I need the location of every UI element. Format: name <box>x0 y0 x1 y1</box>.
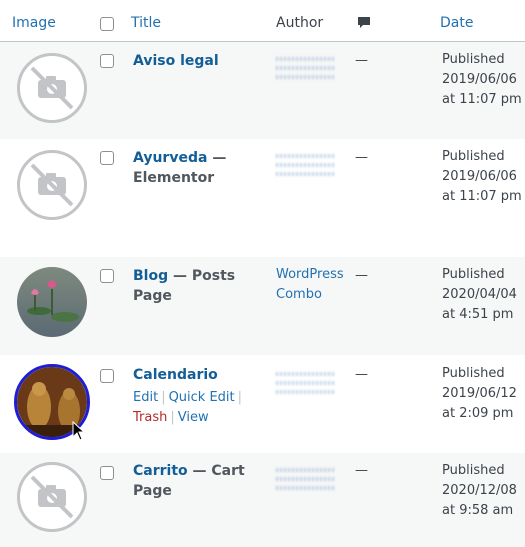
date-time: at 4:51 pm <box>442 307 514 322</box>
view-link[interactable]: View <box>178 410 209 425</box>
row-checkbox[interactable] <box>100 151 114 165</box>
comments-count: — <box>355 150 368 165</box>
row-checkbox[interactable] <box>100 54 114 68</box>
no-image-placeholder-icon[interactable] <box>17 150 87 220</box>
author-redacted <box>276 52 336 86</box>
date-status: Published <box>442 52 505 67</box>
date-time: at 9:58 am <box>442 503 514 518</box>
column-date-header[interactable]: Date <box>440 15 473 31</box>
date-time: at 11:07 pm <box>442 92 522 107</box>
no-image-placeholder-icon[interactable] <box>17 53 87 123</box>
row-checkbox[interactable] <box>100 369 114 383</box>
author-redacted <box>276 463 336 497</box>
date-value: 2019/06/06 <box>442 169 517 184</box>
quick-edit-link[interactable]: Quick Edit <box>169 390 235 405</box>
date-time: at 11:07 pm <box>442 189 522 204</box>
separator: | <box>237 390 243 405</box>
page-title-link[interactable]: Carrito <box>133 463 188 479</box>
date-status: Published <box>442 149 505 164</box>
table-row: Carrito — Cart Page — Published 2020/12/… <box>0 453 525 547</box>
author-name-line1[interactable]: WordPress <box>276 265 352 285</box>
date-status: Published <box>442 366 505 381</box>
table-row: Calendario Edit | Quick Edit | Trash | View —… <box>0 355 525 453</box>
date-cell: Published 2020/12/08 at 9:58 am <box>442 461 524 521</box>
column-image-header[interactable]: Image <box>12 15 56 31</box>
date-cell: Published 2019/06/12 at 2:09 pm <box>442 364 524 424</box>
separator: | <box>161 390 166 405</box>
title-cell: Aviso legal <box>133 51 263 71</box>
mouse-pointer-icon <box>72 421 86 441</box>
edit-link[interactable]: Edit <box>133 390 158 405</box>
title-cell: Calendario <box>133 365 263 385</box>
select-all-checkbox[interactable] <box>100 17 114 31</box>
table-row: Ayurveda — Elementor — Published 2019/06… <box>0 139 525 257</box>
row-checkbox[interactable] <box>100 466 114 480</box>
title-cell: Carrito — Cart Page <box>133 461 263 501</box>
table-row: Blog — Posts Page WordPress Combo — Publ… <box>0 257 525 355</box>
no-image-placeholder-icon[interactable] <box>17 462 87 532</box>
author-link[interactable]: WordPress Combo <box>276 265 352 305</box>
date-value: 2020/04/04 <box>442 287 517 302</box>
date-cell: Published 2019/06/06 at 11:07 pm <box>442 50 524 110</box>
lotus-pond-thumbnail[interactable] <box>17 267 87 337</box>
date-status: Published <box>442 463 505 478</box>
date-cell: Published 2019/06/06 at 11:07 pm <box>442 147 524 207</box>
date-cell: Published 2020/04/04 at 4:51 pm <box>442 265 524 325</box>
author-redacted <box>276 149 336 183</box>
comment-bubble-icon[interactable] <box>357 16 371 30</box>
column-title-header[interactable]: Title <box>131 15 161 31</box>
date-value: 2019/06/12 <box>442 386 517 401</box>
title-cell: Blog — Posts Page <box>133 266 263 306</box>
column-author-header: Author <box>276 15 324 31</box>
table-row: Aviso legal — Published 2019/06/06 at 11… <box>0 42 525 139</box>
page-title-link[interactable]: Aviso legal <box>133 53 219 69</box>
comments-count: — <box>355 463 368 478</box>
pages-list-table: Image Title Author Date Aviso legal — Pu… <box>0 0 525 547</box>
title-cell: Ayurveda — Elementor <box>133 148 263 188</box>
page-title-link[interactable]: Calendario <box>133 367 218 383</box>
date-value: 2019/06/06 <box>442 72 517 87</box>
comments-count: — <box>355 367 368 382</box>
author-name-line2[interactable]: Combo <box>276 285 352 305</box>
row-checkbox[interactable] <box>100 269 114 283</box>
separator: | <box>170 410 175 425</box>
date-time: at 2:09 pm <box>442 406 514 421</box>
row-actions-line2: Trash | View <box>133 408 209 428</box>
trash-link[interactable]: Trash <box>133 410 167 425</box>
date-status: Published <box>442 267 505 282</box>
comments-count: — <box>355 268 368 283</box>
row-actions-line1: Edit | Quick Edit | <box>133 388 245 408</box>
comments-count: — <box>355 53 368 68</box>
page-title-link[interactable]: Blog <box>133 268 168 284</box>
page-title-link[interactable]: Ayurveda <box>133 150 207 166</box>
author-redacted <box>276 367 336 401</box>
table-header: Image Title Author Date <box>0 0 525 42</box>
date-value: 2020/12/08 <box>442 483 517 498</box>
